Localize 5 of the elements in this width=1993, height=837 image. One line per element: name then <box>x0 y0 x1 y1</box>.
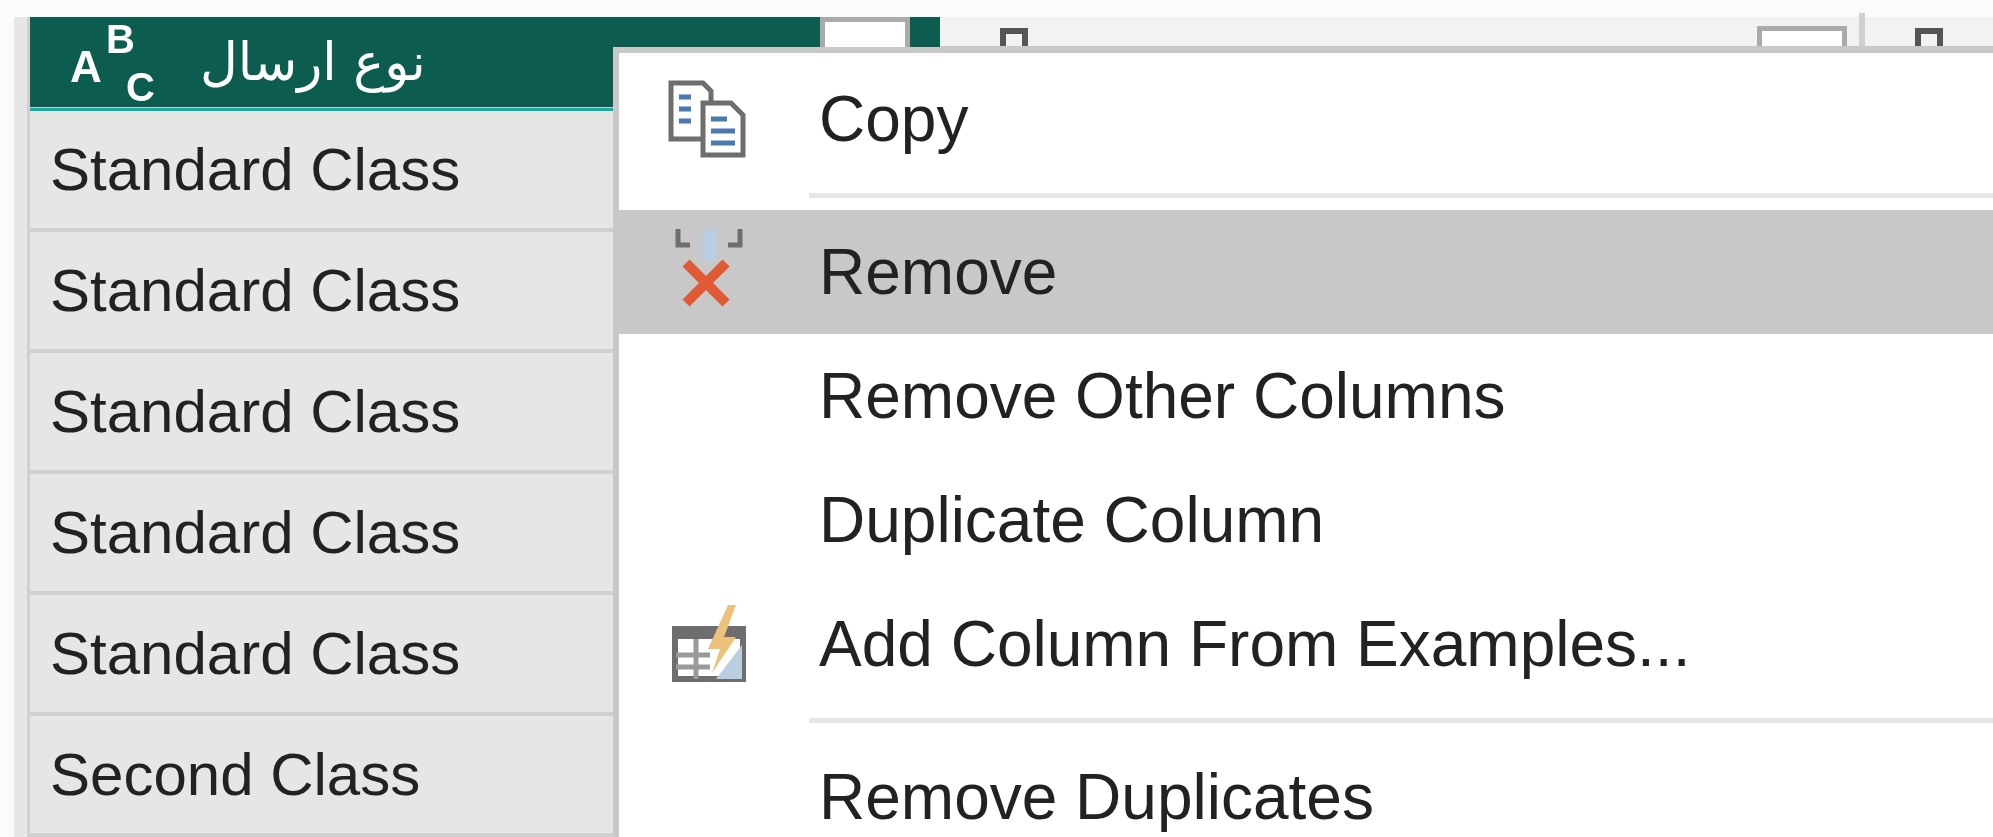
table-lightning-icon <box>672 605 746 683</box>
text-type-icon: AB C <box>70 17 160 107</box>
column-title: نوع ارسال <box>200 31 426 95</box>
menu-item[interactable]: Remove <box>619 210 1993 334</box>
filter-button[interactable] <box>1757 26 1847 46</box>
